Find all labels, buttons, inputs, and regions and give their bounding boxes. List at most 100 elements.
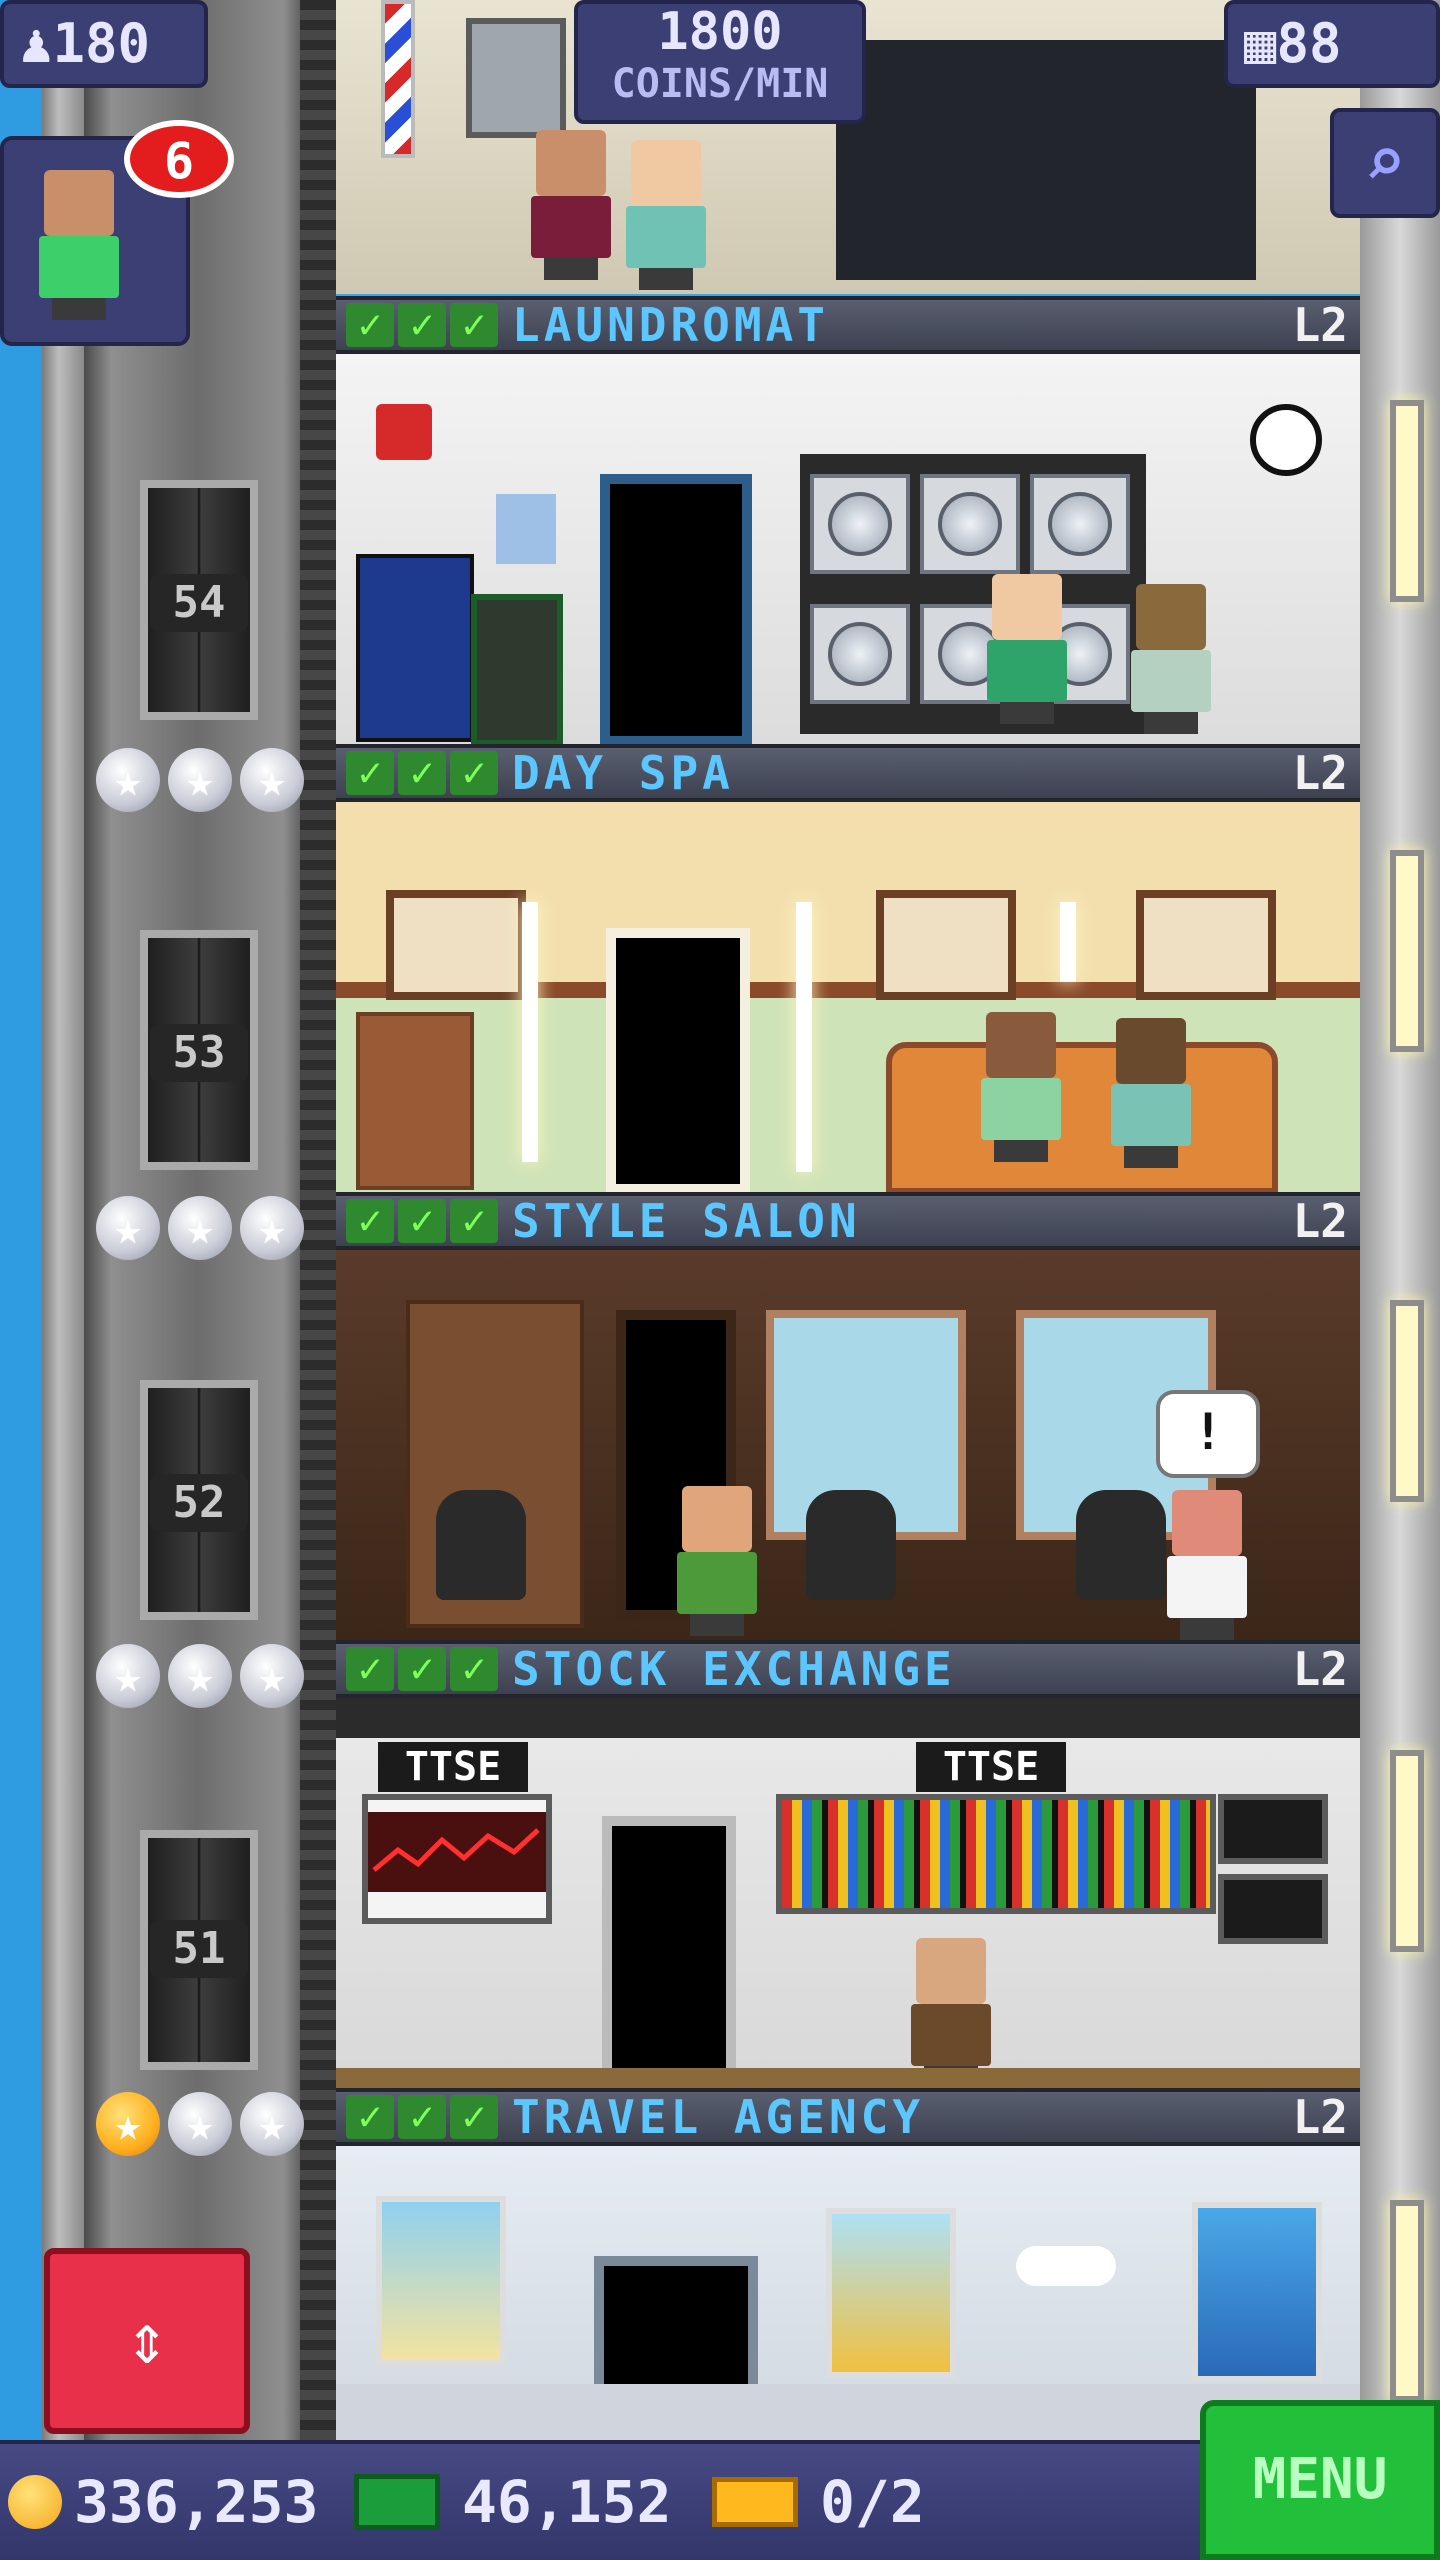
washer-stack: [800, 454, 1146, 734]
coins-value: 336,253: [74, 2468, 319, 2536]
magnifier-icon: ⌕: [1363, 121, 1407, 203]
population-counter[interactable]: ♟180: [0, 0, 208, 88]
tower-right-wall: [1360, 0, 1440, 2440]
floor-level: L2: [1292, 746, 1348, 800]
resident[interactable]: [976, 1012, 1066, 1162]
checkmark-icon: ✓: [398, 2095, 446, 2139]
checkmark-icon: ✓: [450, 751, 498, 795]
floor-number: 52: [150, 1474, 248, 1532]
checkmark-icon: ✓: [450, 2095, 498, 2139]
ticket-icon: [712, 2477, 798, 2527]
notification-badge[interactable]: 6: [124, 120, 234, 198]
star-icon: ★: [240, 1644, 304, 1708]
rooms-counter[interactable]: ▦88: [1224, 0, 1440, 88]
floor-name: LAUNDROMAT: [512, 298, 829, 352]
checkmark-icon: ✓: [398, 1199, 446, 1243]
checkmark-icon: ✓: [398, 751, 446, 795]
star-icon: ★: [168, 2092, 232, 2156]
safe: [471, 594, 563, 746]
barber-pole-icon: [381, 0, 415, 158]
floor-name: DAY SPA: [512, 746, 734, 800]
floor-travel-agency[interactable]: [336, 2146, 1360, 2440]
resident[interactable]: [672, 1486, 762, 1636]
travel-poster: [376, 2196, 506, 2366]
floor-lamp: [522, 902, 538, 1162]
coins-rate-unit: COINS/MIN: [611, 61, 829, 107]
checkmark-icon: ✓: [346, 1647, 394, 1691]
star-icon: ★: [96, 1196, 160, 1260]
floor-stock-exchange[interactable]: TTSE TTSE: [336, 1698, 1360, 2090]
resident[interactable]: [906, 1938, 996, 2088]
wall-frame: [1136, 890, 1276, 1000]
shelf: [356, 1012, 474, 1190]
salon-chair: [1076, 1490, 1166, 1600]
resident[interactable]: [1106, 1018, 1196, 1168]
floor-style-salon[interactable]: !: [336, 1250, 1360, 1642]
tickets-display[interactable]: 0/2: [712, 2444, 925, 2560]
floor-number: 53: [150, 1024, 248, 1082]
zoom-button[interactable]: ⌕: [1330, 108, 1440, 218]
wall-light: [1390, 400, 1424, 602]
tower-left-wall: [42, 0, 84, 2440]
exchange-sign: TTSE: [916, 1742, 1066, 1792]
resident[interactable]: [1126, 584, 1216, 734]
wall-light: [1390, 1300, 1424, 1502]
resident[interactable]: [1162, 1490, 1252, 1640]
floor-laundromat[interactable]: [336, 354, 1360, 746]
checkmark-icon: ✓: [398, 1647, 446, 1691]
checkmark-icon: ✓: [346, 303, 394, 347]
floor-label-travel-agency[interactable]: ✓ ✓ ✓ TRAVEL AGENCY L2: [336, 2088, 1360, 2146]
floor-trim: [336, 2068, 1360, 2090]
floor-stars: ★ ★ ★: [96, 2092, 306, 2162]
floor-label-stock-exchange[interactable]: ✓ ✓ ✓ STOCK EXCHANGE L2: [336, 1640, 1360, 1698]
floor-stars: ★ ★ ★: [96, 1196, 306, 1266]
wall-light: [1390, 1750, 1424, 1952]
exchange-sign: TTSE: [378, 1742, 528, 1792]
speech-bubble[interactable]: !: [1156, 1390, 1260, 1478]
floor-name: TRAVEL AGENCY: [512, 2090, 925, 2144]
checkmark-icon: ✓: [346, 751, 394, 795]
checkmark-icon: ✓: [346, 1199, 394, 1243]
building-grid-icon: ▦: [1244, 12, 1277, 75]
floor-level: L2: [1292, 1194, 1348, 1248]
stock-chart-icon: [368, 1812, 546, 1892]
vending-machine: [356, 554, 474, 742]
spa-bench: [886, 1042, 1278, 1194]
menu-button[interactable]: MENU: [1200, 2400, 1440, 2560]
floor-label-style-salon[interactable]: ✓ ✓ ✓ STYLE SALON L2: [336, 1192, 1360, 1250]
checkmark-icon: ✓: [346, 2095, 394, 2139]
floor-label-laundromat[interactable]: ✓ ✓ ✓ LAUNDROMAT L2: [336, 296, 1360, 354]
salon-chair: [436, 1490, 526, 1600]
floor-number: 51: [150, 1920, 248, 1978]
up-down-arrows-icon: ⇕: [125, 2298, 169, 2380]
clock-display: [1218, 1794, 1328, 1864]
floor-level: L2: [1292, 298, 1348, 352]
wall-light: [1390, 850, 1424, 1052]
banknote-icon: [354, 2474, 440, 2530]
coins-rate-display: 1800 COINS/MIN: [574, 0, 866, 124]
sky: [0, 0, 42, 2440]
bux-display[interactable]: 46,152: [354, 2444, 672, 2560]
checkmark-icon: ✓: [450, 303, 498, 347]
coin-icon: [8, 2475, 62, 2529]
resident[interactable]: [621, 140, 711, 290]
resident[interactable]: [982, 574, 1072, 724]
resident[interactable]: [526, 130, 616, 280]
floor-name: STYLE SALON: [512, 1194, 861, 1248]
star-icon: ★: [168, 748, 232, 812]
clock-icon: [1250, 404, 1322, 476]
checkmark-icon: ✓: [450, 1199, 498, 1243]
coins-display[interactable]: 336,253: [8, 2444, 318, 2560]
floor-level: L2: [1292, 1642, 1348, 1696]
floor-day-spa[interactable]: [336, 802, 1360, 1194]
laundromat-door[interactable]: [600, 474, 752, 746]
floor-label-day-spa[interactable]: ✓ ✓ ✓ DAY SPA L2: [336, 744, 1360, 802]
shelving: [836, 40, 1256, 280]
day-spa-door[interactable]: [606, 928, 750, 1194]
star-icon: ★: [240, 748, 304, 812]
elevator-button[interactable]: ⇕: [44, 2248, 250, 2434]
stock-chart-screen: [362, 1794, 552, 1924]
floor-stars: ★ ★ ★: [96, 1644, 306, 1714]
stock-exchange-door[interactable]: [602, 1816, 736, 2090]
tickets-value: 0/2: [820, 2468, 925, 2536]
